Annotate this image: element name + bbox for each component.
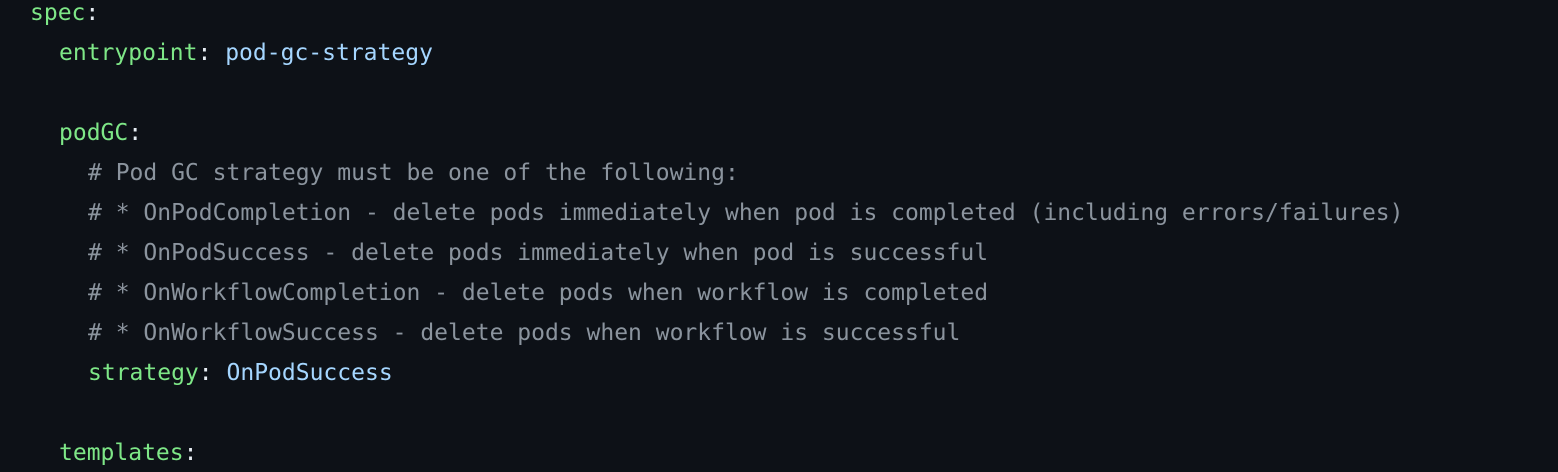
code-comment-line: # Pod GC strategy must be one of the fol…	[88, 160, 739, 186]
yaml-code-view: spec: entrypoint: pod-gc-strategy podGC:…	[0, 0, 1558, 472]
code-comment-line: # * OnPodSuccess - delete pods immediate…	[88, 240, 989, 266]
yaml-key-podgc: podGC	[59, 120, 129, 146]
yaml-key-templates: templates	[59, 440, 184, 466]
code-comment-line: # * OnWorkflowCompletion - delete pods w…	[88, 280, 989, 306]
colon: :	[128, 120, 143, 146]
code-line-entrypoint: entrypoint: pod-gc-strategy	[30, 33, 1558, 73]
code-line-templates: templates:	[30, 433, 1558, 472]
code-line-podgc: podGC:	[30, 113, 1558, 153]
yaml-key-spec: spec	[30, 0, 86, 26]
code-comment-line: # * OnPodCompletion - delete pods immedi…	[88, 200, 1404, 226]
colon: :	[85, 0, 100, 26]
yaml-key-strategy: strategy	[88, 360, 199, 386]
yaml-value-strategy: OnPodSuccess	[226, 360, 393, 386]
code-line-spec: spec:	[30, 0, 1558, 33]
colon: :	[198, 360, 213, 386]
yaml-value-entrypoint: pod-gc-strategy	[225, 40, 433, 66]
code-comment-line: # * OnWorkflowSuccess - delete pods when…	[88, 320, 961, 346]
yaml-key-entrypoint: entrypoint	[59, 40, 198, 66]
colon: :	[183, 440, 198, 466]
colon: :	[197, 40, 212, 66]
code-line-strategy: strategy: OnPodSuccess	[30, 353, 1558, 393]
